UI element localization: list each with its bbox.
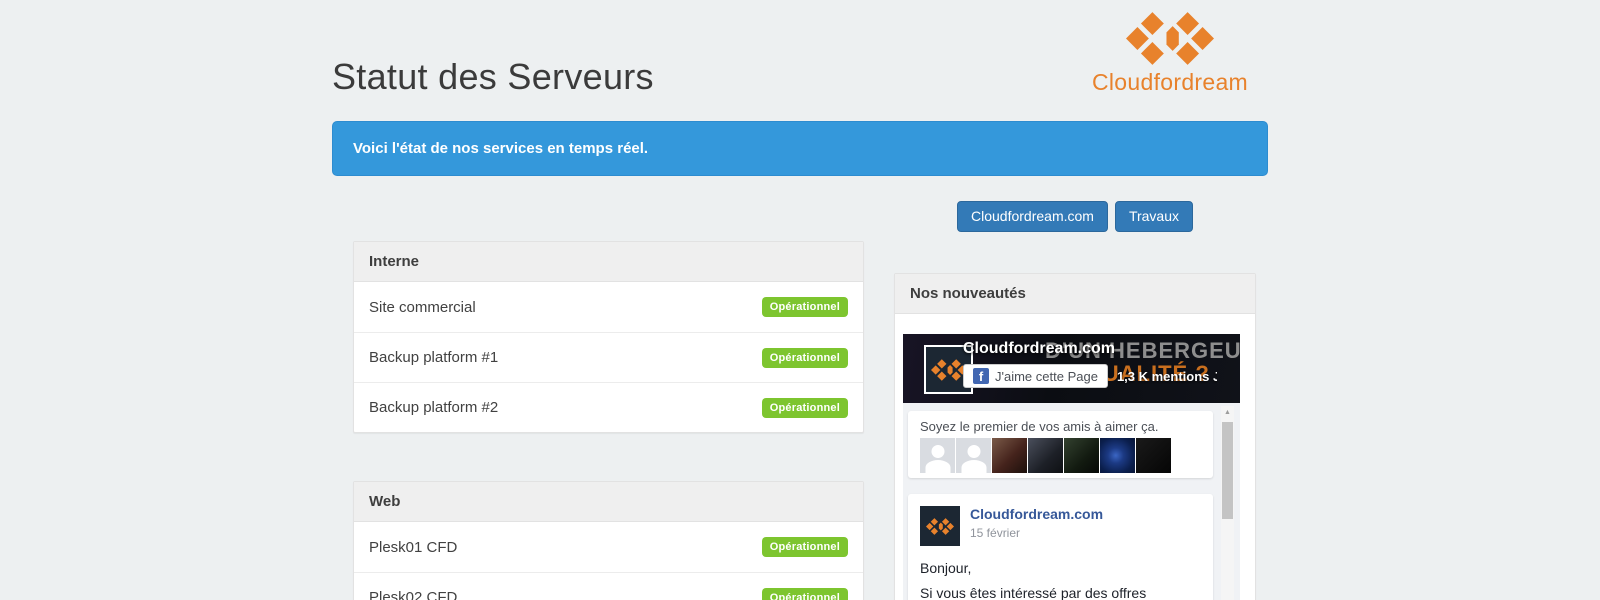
fb-like-button[interactable]: f J'aime cette Page	[963, 364, 1108, 388]
travaux-button[interactable]: Travaux	[1115, 201, 1193, 232]
news-panel: Nos nouveautés D'UN HEBERGEUR DE QUALITÉ…	[894, 273, 1256, 600]
brand-logo[interactable]: Cloudfordream	[1090, 12, 1250, 96]
avatar-photo	[1100, 438, 1135, 473]
status-alert-text: Voici l'état de nos services en temps ré…	[353, 140, 648, 157]
fb-friends-card: Soyez le premier de vos amis à aimer ça.	[908, 411, 1213, 478]
news-column: Nos nouveautés D'UN HEBERGEUR DE QUALITÉ…	[878, 273, 1268, 600]
toolbar: Cloudfordream.com Travaux	[332, 201, 1268, 232]
fb-page-name[interactable]: Cloudfordream.com	[963, 340, 1115, 358]
services-column: Interne Site commercial Opérationnel Bac…	[332, 241, 878, 600]
service-row: Site commercial Opérationnel	[354, 282, 863, 332]
service-name: Backup platform #2	[369, 399, 498, 416]
service-name: Plesk02 CFD	[369, 589, 457, 600]
cloudfordream-site-button[interactable]: Cloudfordream.com	[957, 201, 1108, 232]
fb-post-greeting: Bonjour,	[920, 560, 1201, 577]
avatar-photo	[1064, 438, 1099, 473]
fb-post-author[interactable]: Cloudfordream.com	[970, 506, 1103, 522]
group-title-interne: Interne	[354, 242, 863, 282]
fb-timeline: Soyez le premier de vos amis à aimer ça.	[903, 403, 1240, 600]
status-badge: Opérationnel	[762, 348, 848, 368]
facebook-icon: f	[973, 368, 989, 384]
fb-post-date: 15 février	[970, 526, 1103, 540]
fb-cover-image: D'UN HEBERGEUR DE QUALITÉ ?	[903, 334, 1240, 403]
main-content: Interne Site commercial Opérationnel Bac…	[332, 241, 1268, 600]
status-badge: Opérationnel	[762, 297, 848, 317]
status-badge: Opérationnel	[762, 398, 848, 418]
service-row: Plesk01 CFD Opérationnel	[354, 522, 863, 572]
scrollbar-up-arrow-icon[interactable]: ▲	[1221, 406, 1234, 419]
avatar-photo	[1028, 438, 1063, 473]
fb-friend-avatars	[920, 438, 1203, 473]
service-row: Backup platform #1 Opérationnel	[354, 332, 863, 382]
avatar-photo	[992, 438, 1027, 473]
avatar-placeholder	[920, 438, 955, 473]
service-name: Site commercial	[369, 299, 476, 316]
fb-post-body: Si vous êtes intéressé par des offres Ho…	[920, 585, 1201, 600]
news-panel-title: Nos nouveautés	[895, 274, 1255, 314]
group-title-web: Web	[354, 482, 863, 522]
avatar-placeholder	[956, 438, 991, 473]
fb-like-count: 1,3 K mentions J'ai	[1117, 369, 1217, 384]
co-diamonds-icon	[1126, 12, 1214, 65]
fb-friends-prompt: Soyez le premier de vos amis à aimer ça.	[920, 419, 1203, 434]
status-page: Cloudfordream Statut des Serveurs Voici …	[332, 0, 1268, 600]
scrollbar-thumb[interactable]	[1222, 422, 1233, 519]
fb-post: Cloudfordream.com 15 février Bonjour, Si…	[908, 494, 1213, 600]
status-alert: Voici l'état de nos services en temps ré…	[332, 121, 1268, 176]
service-name: Backup platform #1	[369, 349, 498, 366]
status-badge: Opérationnel	[762, 588, 848, 600]
facebook-widget: D'UN HEBERGEUR DE QUALITÉ ?	[895, 314, 1255, 600]
co-diamonds-icon	[926, 518, 954, 535]
service-row: Plesk02 CFD Opérationnel	[354, 572, 863, 600]
fb-like-button-label: J'aime cette Page	[995, 369, 1098, 384]
fb-post-avatar	[920, 506, 960, 546]
status-badge: Opérationnel	[762, 537, 848, 557]
avatar-photo	[1136, 438, 1171, 473]
brand-name: Cloudfordream	[1090, 69, 1250, 96]
service-group-web: Web Plesk01 CFD Opérationnel Plesk02 CFD…	[353, 481, 864, 600]
fb-scrollbar[interactable]: ▲	[1221, 406, 1234, 600]
service-group-interne: Interne Site commercial Opérationnel Bac…	[353, 241, 864, 433]
service-row: Backup platform #2 Opérationnel	[354, 382, 863, 432]
co-diamonds-icon	[931, 359, 967, 381]
service-name: Plesk01 CFD	[369, 539, 457, 556]
